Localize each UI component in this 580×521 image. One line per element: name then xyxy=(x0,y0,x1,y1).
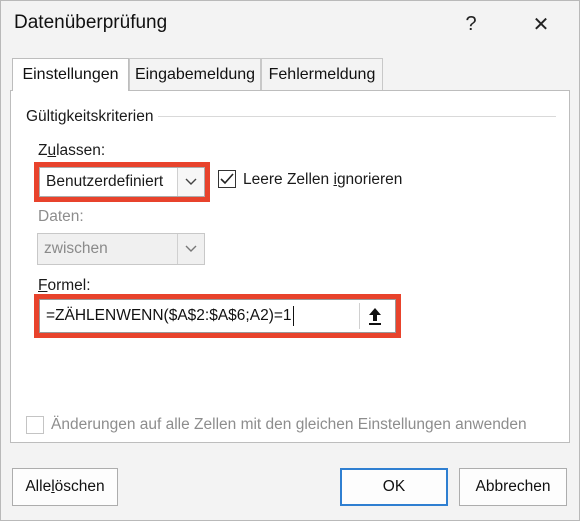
tab-label: Einstellungen xyxy=(22,66,119,83)
allow-label: Zulassen: xyxy=(38,142,106,159)
formula-input-value: =ZÄHLENWENN($A$2:$A$6;A2)=1 xyxy=(46,307,292,324)
formula-label: Formel: xyxy=(38,277,91,294)
allow-select-value: Benutzerdefiniert xyxy=(46,173,164,190)
apply-all-label: Änderungen auf alle Zellen mit den gleic… xyxy=(51,416,527,433)
help-button[interactable]: ? xyxy=(452,6,490,42)
tab-label: Fehlermeldung xyxy=(268,65,376,83)
arrow-up-icon xyxy=(368,308,381,325)
chevron-down-icon xyxy=(185,245,197,252)
checkmark-icon xyxy=(220,173,234,185)
apply-all-checkbox xyxy=(26,416,44,434)
text-caret xyxy=(292,306,294,326)
group-divider xyxy=(158,116,556,117)
tab-eingabemeldung[interactable]: Eingabemeldung xyxy=(129,58,261,90)
data-dropdown-button xyxy=(177,234,204,264)
allow-select[interactable]: Benutzerdefiniert xyxy=(39,167,205,197)
data-label: Daten: xyxy=(38,208,84,225)
data-select-value: zwischen xyxy=(44,240,108,257)
chevron-down-icon xyxy=(185,178,197,185)
close-button[interactable]: ✕ xyxy=(522,6,560,42)
help-icon: ? xyxy=(465,12,477,35)
ok-button[interactable]: OK xyxy=(340,468,448,506)
allow-dropdown-button[interactable] xyxy=(177,168,204,196)
tab-label: Eingabemeldung xyxy=(134,65,256,83)
data-select: zwischen xyxy=(37,233,205,265)
group-title: Gültigkeitskriterien xyxy=(26,108,154,125)
close-icon: ✕ xyxy=(532,13,550,36)
dialog-title: Datenüberprüfung xyxy=(14,12,168,33)
tab-einstellungen[interactable]: Einstellungen xyxy=(12,58,129,91)
ignore-blank-label: Leere Zellen ignorieren xyxy=(243,171,403,188)
clear-all-button[interactable]: Alle l öschen xyxy=(12,468,118,506)
tab-fehlermeldung[interactable]: Fehlermeldung xyxy=(261,58,383,90)
cancel-button[interactable]: Abbrechen xyxy=(459,468,567,506)
formula-input[interactable]: =ZÄHLENWENN($A$2:$A$6;A2)=1 xyxy=(39,299,396,333)
collapse-dialog-button[interactable] xyxy=(359,303,389,329)
ignore-blank-checkbox[interactable] xyxy=(218,170,236,188)
